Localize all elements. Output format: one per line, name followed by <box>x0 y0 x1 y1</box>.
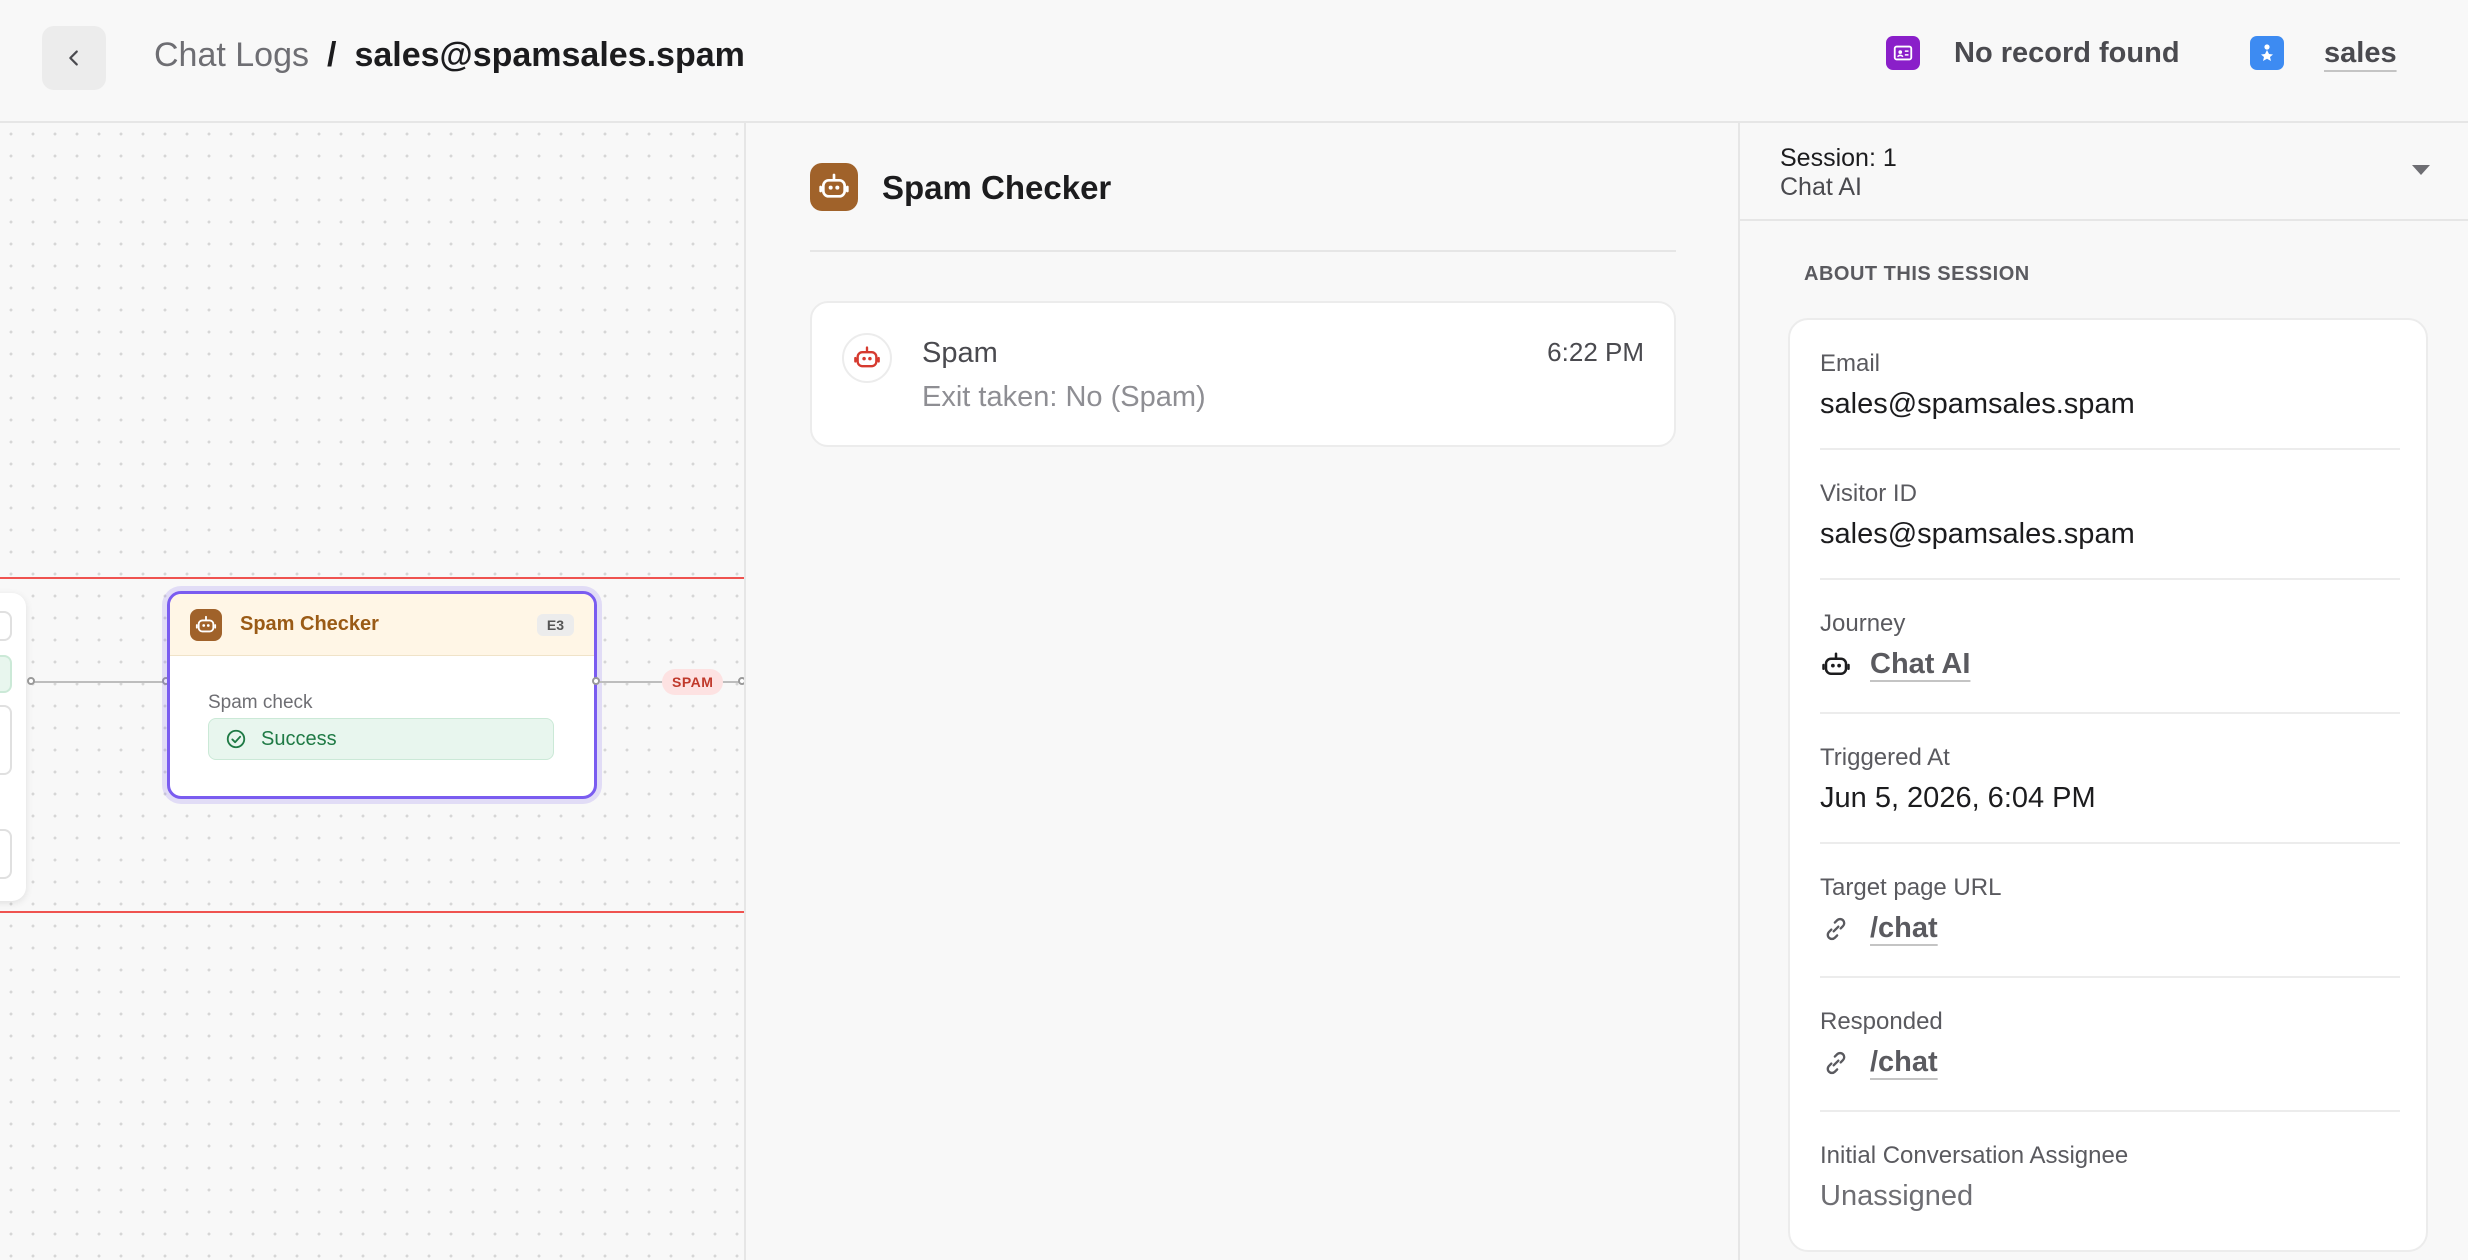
field-email: Email sales@spamsales.spam <box>1820 350 2400 450</box>
field-target-url: Target page URL /chat <box>1820 874 2400 978</box>
swimlane-bottom-border <box>0 911 744 913</box>
back-button[interactable] <box>42 26 106 90</box>
field-label: Visitor ID <box>1820 480 1917 507</box>
step-header: Spam Checker <box>810 163 1676 252</box>
record-status: No record found <box>1886 36 2180 70</box>
field-label: Initial Conversation Assignee <box>1820 1142 2129 1169</box>
edge-incoming <box>30 681 168 683</box>
journey-link[interactable]: Chat AI <box>1870 648 1970 681</box>
edge-label-spam: SPAM <box>662 669 724 695</box>
edge-handle[interactable] <box>27 677 35 685</box>
field-label: Responded <box>1820 1008 1943 1035</box>
node-header: Spam Checker E3 <box>170 594 594 656</box>
target-url-link[interactable]: /chat <box>1870 912 1938 945</box>
link-icon <box>1820 1047 1852 1079</box>
id-card-icon <box>1886 36 1920 70</box>
field-value: sales@spamsales.spam <box>1820 518 2135 550</box>
breadcrumb-chat-logs[interactable]: Chat Logs <box>154 36 309 75</box>
log-entry-title: Spam <box>922 337 998 369</box>
robot-icon <box>842 333 892 383</box>
breadcrumb-separator: / <box>327 36 337 74</box>
field-label: Email <box>1820 350 1881 377</box>
check-circle-icon <box>226 729 246 749</box>
responded-link[interactable]: /chat <box>1870 1046 1938 1079</box>
section-heading: ABOUT THIS SESSION <box>1804 263 2030 285</box>
node-title: Spam Checker <box>240 613 379 635</box>
field-value-row: /chat <box>1820 912 2400 945</box>
page-title: sales@spamsales.spam <box>354 36 745 74</box>
step-log-panel: Spam Checker Spam 6:22 PM Exit taken: No… <box>748 123 1738 1260</box>
node-status: Success <box>208 718 554 760</box>
field-responded: Responded /chat <box>1820 1008 2400 1112</box>
field-journey: Journey Chat AI <box>1820 610 2400 714</box>
session-panel: Session: 1 Chat AI ABOUT THIS SESSION Em… <box>1738 123 2468 1260</box>
field-value-row: Chat AI <box>1820 648 2400 681</box>
swimlane-top-border <box>0 577 744 579</box>
field-value: Jun 5, 2026, 6:04 PM <box>1820 782 2096 814</box>
node-body: Spam check Success <box>170 656 594 760</box>
link-icon <box>1820 913 1852 945</box>
top-bar: Chat Logs / sales@spamsales.spam No reco… <box>0 0 2468 123</box>
session-name: Chat AI <box>1780 173 1862 201</box>
field-visitor-id: Visitor ID sales@spamsales.spam <box>1820 480 2400 580</box>
field-assignee: Initial Conversation Assignee Unassigned <box>1820 1142 2400 1232</box>
log-entry-subtitle: Exit taken: No (Spam) <box>922 381 1206 413</box>
node-label: Spam check <box>208 692 313 713</box>
field-value: sales@spamsales.spam <box>1820 388 2135 420</box>
user-name-link[interactable]: sales <box>2324 37 2397 70</box>
previous-node-segment <box>0 611 12 641</box>
edge-handle[interactable] <box>592 677 600 685</box>
previous-node-segment <box>0 705 12 775</box>
field-label: Triggered At <box>1820 744 1950 771</box>
session-details-card: Email sales@spamsales.spam Visitor ID sa… <box>1788 318 2428 1252</box>
record-status-text: No record found <box>1954 36 2180 69</box>
field-value: Unassigned <box>1820 1180 1974 1212</box>
robot-icon <box>810 163 858 211</box>
log-entry-time: 6:22 PM <box>1547 337 1644 367</box>
log-entry[interactable]: Spam 6:22 PM Exit taken: No (Spam) <box>810 301 1676 447</box>
user-star-icon <box>2250 36 2284 70</box>
flow-canvas[interactable]: Spam Checker E3 Spam check Success SPAM <box>0 123 746 1260</box>
node-status-text: Success <box>261 727 337 750</box>
field-label: Target page URL <box>1820 874 2002 901</box>
edge-handle[interactable] <box>738 677 744 685</box>
user-chip[interactable]: sales <box>2250 36 2397 70</box>
field-value-row: /chat <box>1820 1046 2400 1079</box>
breadcrumb: Chat Logs / sales@spamsales.spam <box>154 36 745 75</box>
session-dropdown[interactable]: Session: 1 Chat AI <box>1740 123 2468 221</box>
robot-icon <box>1820 649 1852 681</box>
chevron-left-icon <box>69 50 78 66</box>
caret-down-icon <box>2412 165 2430 175</box>
previous-node-segment <box>0 829 12 879</box>
previous-node-segment <box>0 655 12 693</box>
field-triggered-at: Triggered At Jun 5, 2026, 6:04 PM <box>1820 744 2400 844</box>
robot-icon <box>190 608 222 641</box>
step-title: Spam Checker <box>882 169 1112 206</box>
session-number: Session: 1 <box>1780 144 1897 172</box>
previous-node[interactable] <box>0 593 26 901</box>
node-badge: E3 <box>536 613 574 636</box>
spam-checker-node[interactable]: Spam Checker E3 Spam check Success <box>167 591 597 799</box>
field-label: Journey <box>1820 610 1906 637</box>
